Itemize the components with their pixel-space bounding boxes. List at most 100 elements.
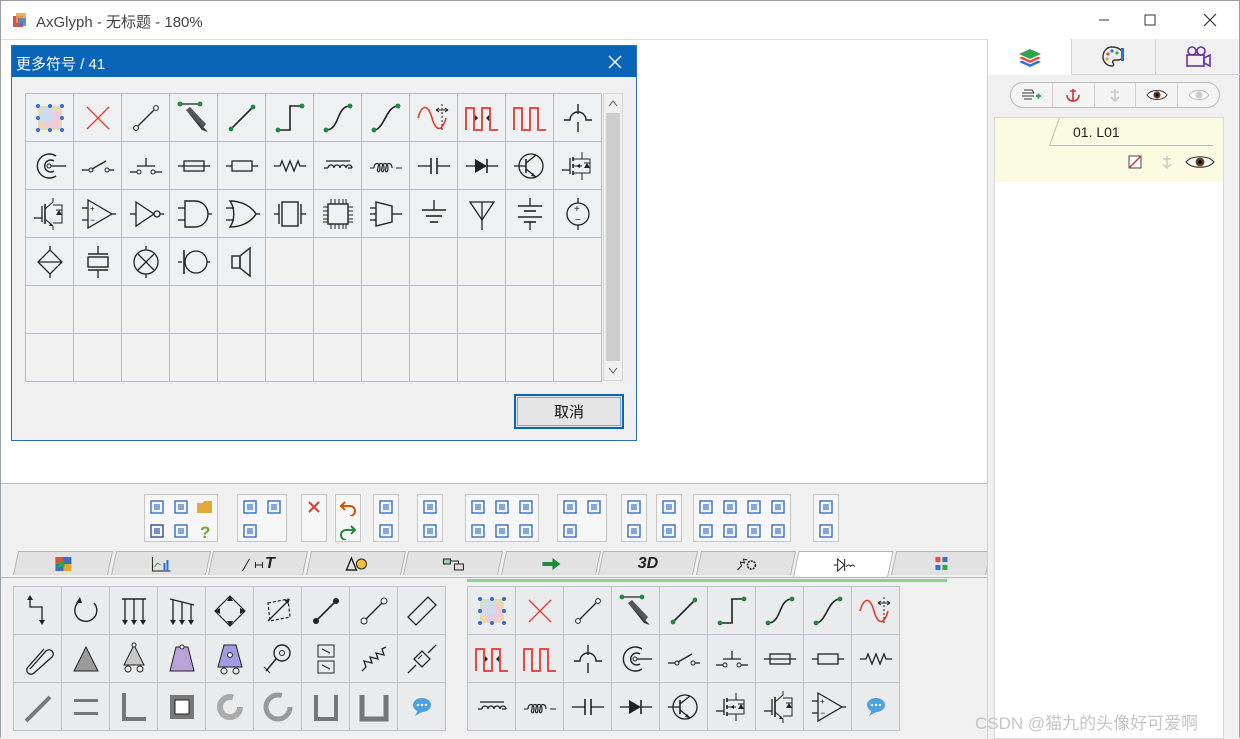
palette-cell[interactable] — [398, 635, 446, 683]
ungroup-button[interactable] — [814, 519, 838, 543]
palette-cell[interactable] — [660, 635, 708, 683]
cancel-button[interactable]: 取消 — [514, 394, 624, 429]
grid-snap-button[interactable] — [374, 495, 398, 519]
close-button[interactable] — [1187, 1, 1233, 39]
delete-button[interactable] — [302, 495, 326, 519]
palette-cell[interactable] — [516, 587, 564, 635]
tab-chart[interactable] — [110, 551, 211, 575]
align-left-button[interactable] — [466, 495, 490, 519]
tab-layers[interactable] — [988, 39, 1072, 75]
symbol-cell[interactable] — [170, 238, 218, 286]
symbol-cell[interactable] — [170, 190, 218, 238]
palette-cell[interactable] — [62, 587, 110, 635]
palette-cell[interactable] — [756, 635, 804, 683]
copy-button[interactable] — [262, 495, 286, 519]
symbol-cell[interactable] — [362, 190, 410, 238]
palette-cell[interactable] — [350, 635, 398, 683]
symbol-cell[interactable] — [218, 94, 266, 142]
palette-cell[interactable] — [350, 587, 398, 635]
symbol-cell[interactable] — [410, 94, 458, 142]
palette-cell[interactable] — [110, 587, 158, 635]
symbol-cell[interactable] — [314, 142, 362, 190]
symbol-cell[interactable] — [506, 190, 554, 238]
palette-cell[interactable] — [302, 683, 350, 731]
distribute-v-button[interactable] — [718, 495, 742, 519]
equal-v-button[interactable] — [718, 519, 742, 543]
palette-cell[interactable] — [14, 635, 62, 683]
palette-cell[interactable] — [804, 635, 852, 683]
symbol-cell[interactable] — [458, 94, 506, 142]
palette-cell[interactable] — [398, 587, 446, 635]
palette-cell[interactable] — [564, 635, 612, 683]
align-bottom-button[interactable] — [514, 519, 538, 543]
symbol-cell[interactable] — [26, 238, 74, 286]
palette-cell[interactable] — [110, 683, 158, 731]
symbol-cell[interactable] — [410, 190, 458, 238]
new-doc-button[interactable] — [169, 495, 193, 519]
symbol-cell[interactable] — [506, 142, 554, 190]
palette-cell[interactable] — [110, 635, 158, 683]
palette-cell[interactable] — [708, 635, 756, 683]
align-top-button[interactable] — [466, 519, 490, 543]
tab-animation[interactable] — [1156, 39, 1240, 75]
merge-down-button[interactable] — [1095, 83, 1137, 107]
symbol-cell[interactable] — [218, 238, 266, 286]
palette-cell[interactable] — [302, 635, 350, 683]
symbol-cell[interactable] — [218, 190, 266, 238]
palette-cell[interactable] — [804, 587, 852, 635]
redo-button[interactable] — [336, 519, 360, 543]
space-h-button[interactable] — [742, 495, 766, 519]
symbol-cell[interactable] — [362, 142, 410, 190]
palette-cell[interactable] — [254, 635, 302, 683]
palette-cell[interactable] — [468, 683, 516, 731]
space-v-button[interactable] — [766, 495, 790, 519]
symbol-cell[interactable] — [170, 142, 218, 190]
align-center-button[interactable] — [490, 495, 514, 519]
palette-cell[interactable] — [468, 635, 516, 683]
palette-cell[interactable] — [158, 683, 206, 731]
symbol-cell[interactable] — [26, 94, 74, 142]
palette-cell[interactable] — [398, 683, 446, 731]
open-folder-button[interactable] — [193, 495, 217, 519]
palette-cell[interactable] — [852, 635, 900, 683]
same-height-button[interactable] — [582, 495, 606, 519]
help-button[interactable]: ? — [193, 519, 217, 543]
symbol-cell[interactable] — [554, 142, 602, 190]
symbol-cell[interactable] — [122, 142, 170, 190]
symbol-cell[interactable] — [266, 94, 314, 142]
tab-circuit[interactable] — [793, 551, 894, 577]
symbol-cell[interactable] — [506, 94, 554, 142]
palette-cell[interactable] — [852, 587, 900, 635]
symbol-cell[interactable] — [314, 94, 362, 142]
palette-cell[interactable]: + − — [804, 683, 852, 731]
align-middle-button[interactable] — [490, 519, 514, 543]
palette-cell[interactable] — [660, 683, 708, 731]
group-button[interactable] — [814, 495, 838, 519]
palette-cell[interactable] — [158, 587, 206, 635]
rotate-button[interactable] — [418, 495, 442, 519]
symbol-scrollbar[interactable] — [603, 93, 623, 381]
mirror-v-button[interactable] — [622, 519, 646, 543]
tab-arrows[interactable] — [500, 551, 601, 575]
palette-cell[interactable] — [564, 587, 612, 635]
tab-more[interactable] — [890, 551, 991, 575]
palette-cell[interactable] — [254, 587, 302, 635]
no-fill-icon[interactable] — [1127, 154, 1145, 170]
align-right-button[interactable] — [514, 495, 538, 519]
send-back-button[interactable] — [657, 519, 681, 543]
palette-cell[interactable] — [612, 587, 660, 635]
symbol-cell[interactable] — [554, 94, 602, 142]
symbol-cell[interactable] — [122, 94, 170, 142]
palette-cell[interactable] — [660, 587, 708, 635]
cut-button[interactable] — [238, 495, 262, 519]
symbol-cell[interactable] — [314, 190, 362, 238]
scroll-down-button[interactable] — [604, 362, 622, 380]
palette-cell[interactable] — [756, 683, 804, 731]
scroll-up-button[interactable] — [604, 94, 622, 112]
symbol-cell[interactable] — [26, 142, 74, 190]
palette-cell[interactable] — [564, 683, 612, 731]
palette-cell[interactable] — [350, 683, 398, 731]
dialog-close-icon[interactable] — [604, 51, 626, 73]
palette-cell[interactable] — [206, 635, 254, 683]
palette-cell[interactable] — [852, 683, 900, 731]
